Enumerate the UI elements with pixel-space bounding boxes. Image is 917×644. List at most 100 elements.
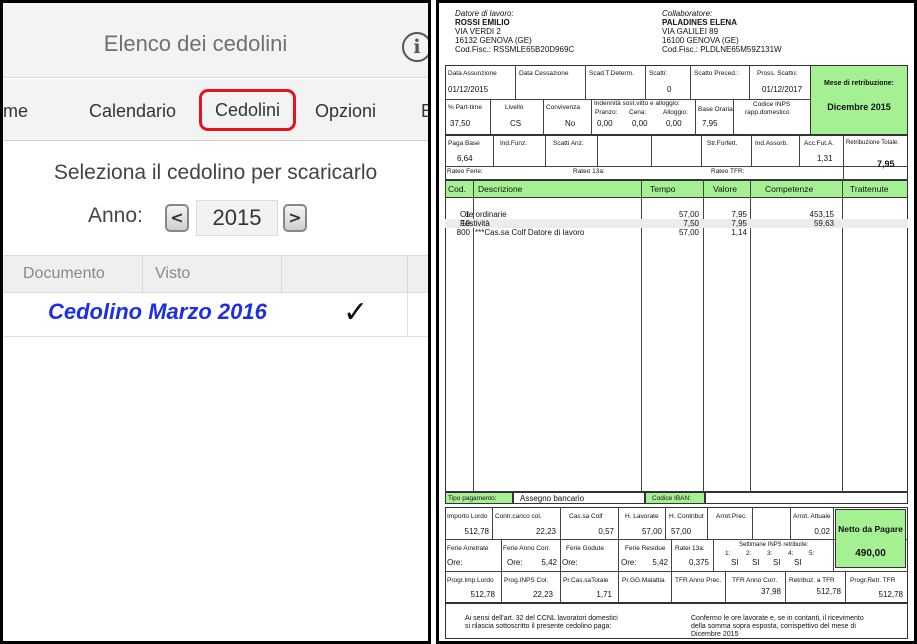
scad-label: Scad.T.Determ.	[589, 70, 634, 77]
arrot-prec-label: Arrot.Prec.	[716, 513, 748, 520]
header-cod: Cod.	[448, 184, 466, 194]
payslip-document: Datore di lavoro: ROSSI EMILIO VIA VERDI…	[436, 0, 917, 644]
column-divider	[281, 256, 282, 294]
tab-cedolini[interactable]: Cedolini	[199, 89, 296, 131]
tab-more[interactable]: E	[421, 101, 428, 122]
retr-tfr-label: Retribuz. a TFR	[789, 577, 835, 584]
worker-name: PALADINES ELENA	[662, 18, 737, 27]
iban-label-cell: Codice IBAN:	[645, 492, 705, 504]
divider	[560, 539, 561, 571]
divider	[545, 135, 546, 166]
netto-box: Netto da Pagare 490,00	[835, 509, 906, 568]
column-divider	[142, 256, 143, 294]
header-descrizione: Descrizione	[478, 184, 523, 194]
header-tempo: Tempo	[650, 184, 676, 194]
settimane-label: Settimane INPS retribuite:	[739, 542, 809, 548]
row-valore: 7,95	[731, 210, 747, 219]
employer-city: 16132 GENOVA (GE)	[455, 36, 532, 45]
footer-right-line-3: Dicembre 2015	[691, 631, 739, 638]
divider	[751, 135, 752, 166]
cena-label: Cena:	[629, 109, 647, 116]
pross-scatto-value: 01/12/2017	[762, 85, 803, 94]
divider	[713, 539, 714, 571]
list-header: Documento Visto	[3, 255, 428, 294]
tab-opzioni[interactable]: Opzioni	[315, 101, 376, 122]
pranzo-value: 0,00	[597, 119, 613, 128]
footer-right-line-2: della somma sopra esposta, corrispettivo…	[691, 623, 856, 630]
cessazione-label: Data Cessazione	[519, 70, 569, 77]
column-documento: Documento	[23, 265, 105, 282]
divider	[490, 99, 491, 135]
instruction-text: Seleziona il cedolino per scaricarlo	[53, 161, 378, 184]
month-value: Dicembre 2015	[827, 102, 891, 112]
ferie-godute-label: Ferie Godute	[566, 545, 604, 552]
assunzione-value: 01/12/2015	[448, 85, 489, 94]
divider	[493, 135, 494, 166]
divider	[543, 99, 544, 135]
divider	[707, 507, 708, 539]
column-visto: Visto	[155, 265, 191, 282]
document-link[interactable]: Cedolino Marzo 2016	[48, 299, 267, 325]
tab-home[interactable]: ome	[3, 101, 28, 122]
prog-lordo-label: Progr.Imp.Lordo	[447, 577, 494, 584]
retr-tfr-value: 512,78	[816, 587, 841, 596]
worker-address: VIA GALILEI 89	[662, 27, 719, 36]
tab-bar: ome Calendario Cedolini Opzioni E	[3, 79, 428, 141]
page-title: Elenco dei cedolini	[103, 31, 288, 56]
livello-value: CS	[510, 119, 522, 128]
cassa-label: Cas.sa Colf	[569, 513, 603, 520]
column-divider	[407, 256, 408, 294]
alloggio-value: 0,00	[666, 119, 682, 128]
ferie-godute-value: Ore:	[562, 558, 578, 567]
lordo-label: Importo Lordo	[447, 513, 488, 520]
row-competenze: 453,15	[809, 210, 834, 219]
week-2-value: SI	[752, 558, 760, 567]
prog-retr-value: 512,78	[878, 590, 903, 599]
year-label: Anno:	[88, 204, 143, 227]
divider	[665, 507, 666, 539]
divider	[752, 507, 753, 539]
year-next-button[interactable]: >	[283, 204, 307, 232]
week-3-label: 3:	[767, 550, 773, 557]
divider	[733, 99, 734, 135]
header-trattenute: Trattenute	[850, 184, 889, 194]
retribuzione-totale-label: Retribuzione Totale:	[846, 140, 899, 146]
divider	[445, 571, 908, 572]
divider	[597, 135, 598, 166]
week-5-label: 5:	[809, 550, 815, 557]
indennita-label: Indennità sost.vitto e alloggio:	[594, 100, 680, 107]
footer-left-line-2: si rilascia sottoscritto il presente ced…	[465, 623, 612, 630]
rateo-13-label: Rateo 13a:	[573, 168, 605, 175]
list-item[interactable]: Cedolino Marzo 2016 ✓	[3, 293, 428, 337]
year-value: 2015	[196, 200, 278, 236]
header-valore: Valore	[713, 184, 737, 194]
divider	[515, 65, 516, 99]
tfr-corr-value: 37,98	[760, 587, 781, 596]
divider	[671, 571, 672, 603]
ferie-residue-value: 5,42	[652, 558, 668, 567]
base-oraria-label: Base Oraria	[698, 106, 733, 113]
year-selector: Anno: < 2015 >	[3, 200, 428, 236]
lordo-value: 512,78	[464, 527, 489, 536]
check-icon: ✓	[343, 295, 369, 330]
parttime-label: % Part-time	[448, 104, 482, 111]
tab-calendario[interactable]: Calendario	[89, 101, 176, 122]
ferie-arretrate-value: Ore:	[447, 558, 463, 567]
row-tempo: 7,50	[683, 219, 699, 228]
h-lavorate-label: H. Lavorate	[625, 513, 659, 520]
cena-value: 0,00	[632, 119, 648, 128]
payment-type-label: Tipo pagamento:	[448, 495, 497, 502]
month-box: Mese di retribuzione: Dicembre 2015	[810, 65, 908, 135]
convivenza-label: Convivenza	[546, 104, 580, 111]
row-cod: 800	[456, 228, 470, 237]
info-icon[interactable]: i	[402, 32, 428, 62]
divider	[445, 166, 908, 167]
month-label: Mese di retribuzione:	[823, 80, 894, 87]
year-prev-button[interactable]: <	[165, 204, 189, 232]
ferie-residue-label: Ferie Residue	[625, 545, 666, 552]
str-forfett-label: Str.Forfett.	[707, 140, 738, 147]
row-desc: ***Cas.sa Colf Datore di lavoro	[475, 228, 585, 237]
retribuzione-totale-value: 7,95	[877, 159, 895, 169]
pr-gg-label: Pr.GG.Malattia	[622, 577, 665, 584]
parttime-value: 37,50	[450, 119, 471, 128]
